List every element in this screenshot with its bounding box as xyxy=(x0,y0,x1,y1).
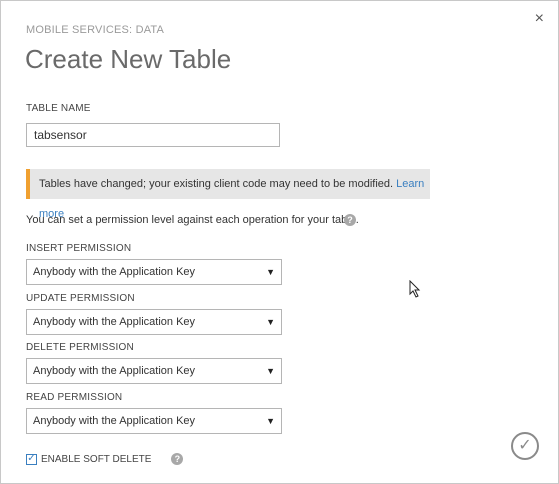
delete-permission-value: Anybody with the Application Key xyxy=(33,365,196,377)
help-icon[interactable]: ? xyxy=(171,453,184,465)
help-icon[interactable]: ? xyxy=(344,214,356,226)
dropdown-arrow-icon: ▼ xyxy=(266,366,275,376)
read-permission-value: Anybody with the Application Key xyxy=(33,415,196,427)
update-permission-select[interactable]: Anybody with the Application Key ▼ xyxy=(26,309,282,335)
warning-text: Tables have changed; your existing clien… xyxy=(39,178,394,190)
update-permission-label: UPDATE PERMISSION xyxy=(26,293,135,304)
table-name-label: TABLE NAME xyxy=(26,103,91,114)
dropdown-arrow-icon: ▼ xyxy=(266,416,275,426)
insert-permission-value: Anybody with the Application Key xyxy=(33,266,196,278)
page-title: Create New Table xyxy=(25,44,232,74)
read-permission-select[interactable]: Anybody with the Application Key ▼ xyxy=(26,408,282,434)
permission-info-text: You can set a permission level against e… xyxy=(26,214,359,226)
soft-delete-label: ENABLE SOFT DELETE xyxy=(41,453,152,465)
delete-permission-select[interactable]: Anybody with the Application Key ▼ xyxy=(26,358,282,384)
soft-delete-checkbox[interactable]: ✓ xyxy=(26,453,37,465)
confirm-button[interactable]: ✓ xyxy=(511,432,539,460)
mouse-cursor-icon xyxy=(409,280,421,298)
soft-delete-row: ✓ ENABLE SOFT DELETE ? xyxy=(26,453,184,465)
insert-permission-label: INSERT PERMISSION xyxy=(26,243,132,254)
read-permission-label: READ PERMISSION xyxy=(26,392,123,403)
update-permission-value: Anybody with the Application Key xyxy=(33,316,196,328)
breadcrumb: MOBILE SERVICES: DATA xyxy=(26,24,165,36)
table-name-input[interactable]: tabsensor xyxy=(26,123,280,147)
delete-permission-label: DELETE PERMISSION xyxy=(26,342,134,353)
dropdown-arrow-icon: ▼ xyxy=(266,267,275,277)
create-table-dialog: × MOBILE SERVICES: DATA Create New Table… xyxy=(0,0,559,484)
close-icon[interactable]: × xyxy=(535,11,544,27)
dropdown-arrow-icon: ▼ xyxy=(266,317,275,327)
warning-banner: Tables have changed; your existing clien… xyxy=(26,169,430,220)
insert-permission-select[interactable]: Anybody with the Application Key ▼ xyxy=(26,259,282,285)
